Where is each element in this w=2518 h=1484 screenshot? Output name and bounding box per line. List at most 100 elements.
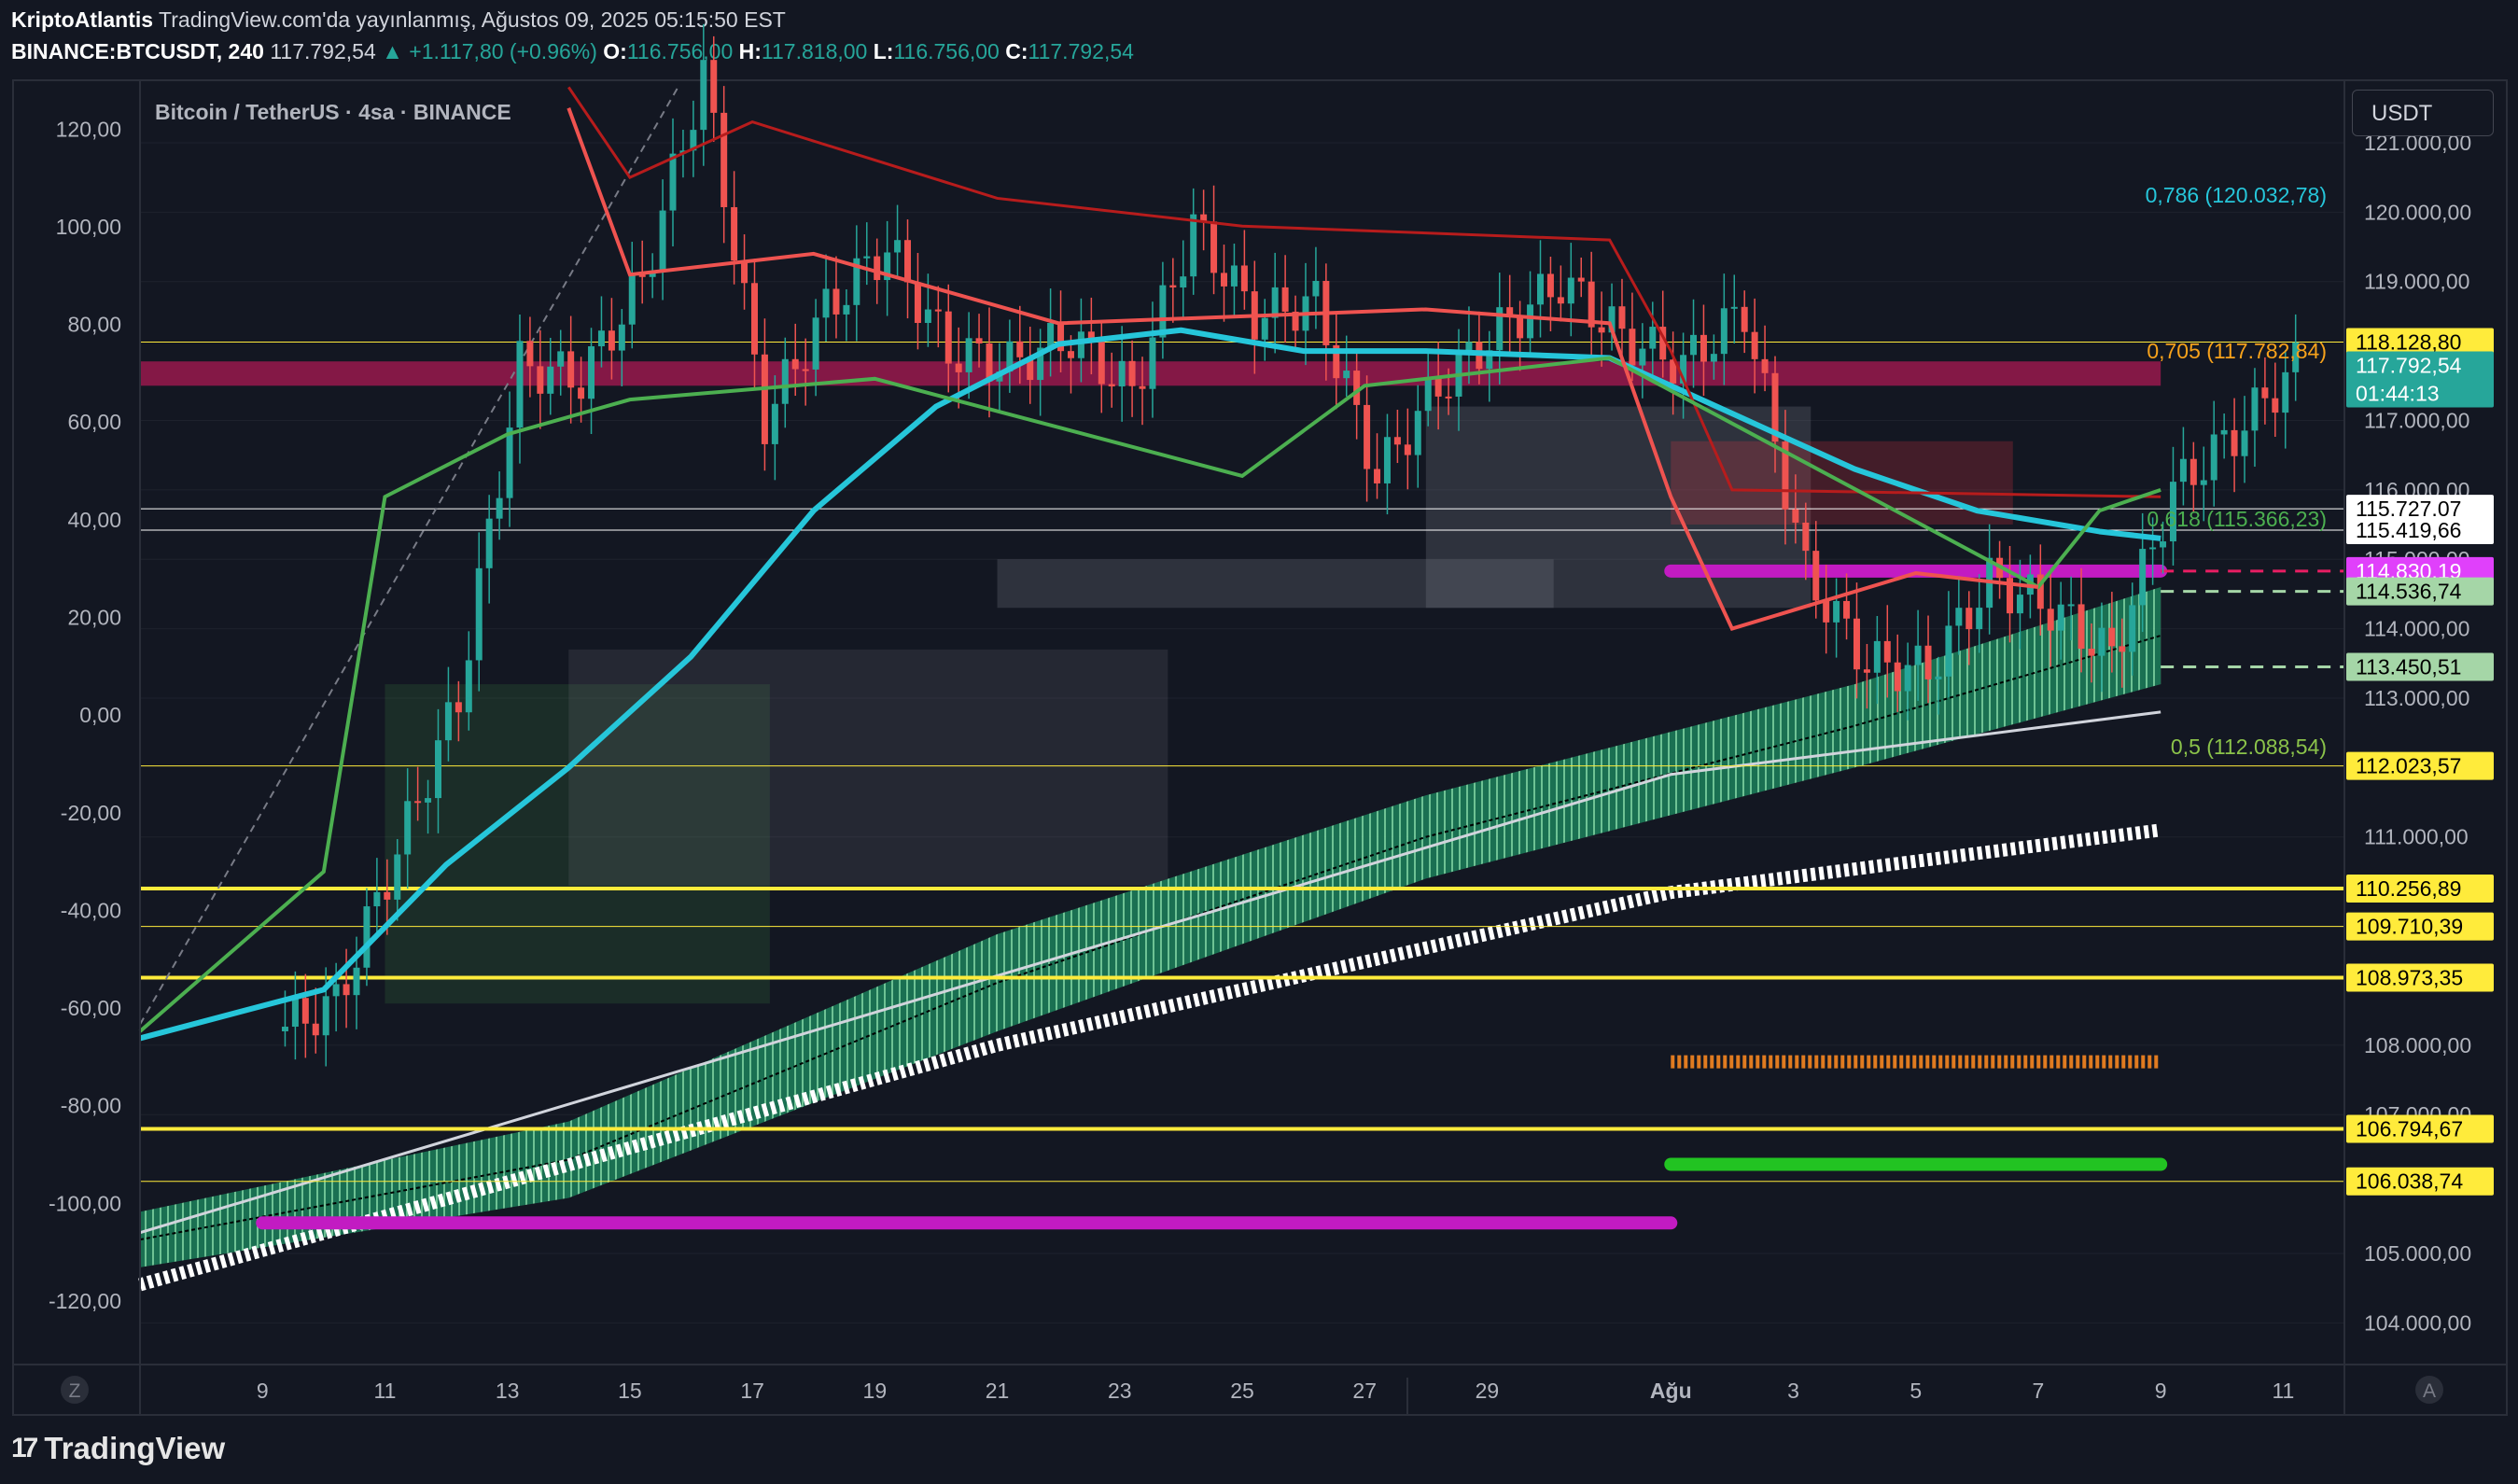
candle-body	[343, 984, 350, 996]
time-tick-label: 21	[986, 1379, 1010, 1403]
left-tick-label: -100,00	[49, 1191, 121, 1215]
candle-body	[1792, 509, 1799, 523]
brand-name: TradingView	[44, 1431, 226, 1465]
tradingview-icon: 17	[11, 1433, 38, 1463]
candle-body	[843, 304, 850, 315]
candle-body	[1108, 384, 1115, 387]
candle-body	[1833, 600, 1840, 623]
candle-body	[750, 283, 758, 355]
candle-body	[2047, 609, 2054, 631]
candle-body	[434, 740, 441, 799]
candle-body	[1536, 273, 1544, 305]
candle-body	[1843, 600, 1851, 619]
candle-body	[832, 288, 840, 315]
candle-body	[2282, 371, 2289, 413]
candle-body	[1118, 360, 1126, 387]
candle-body	[2261, 387, 2269, 399]
candle-body	[1618, 306, 1626, 329]
countdown-label: 01:44:13	[2356, 382, 2440, 406]
candle-body	[425, 798, 432, 803]
candle-body	[1546, 273, 1554, 298]
time-tick-label: 23	[1108, 1379, 1132, 1403]
candle-body	[975, 338, 983, 343]
candle-body	[1230, 265, 1238, 287]
candle-body	[475, 567, 483, 661]
candle-body	[1965, 608, 1973, 630]
candle-body	[1424, 377, 1432, 412]
candle-body	[1343, 371, 1350, 379]
candle-body	[1741, 306, 1748, 332]
price-badge-label: 106.038,74	[2356, 1169, 2463, 1194]
time-tick-label: 13	[496, 1379, 520, 1403]
candle-body	[628, 274, 636, 325]
candle-body	[1924, 645, 1932, 679]
candle-body	[1955, 608, 1963, 626]
fib-label: 0,786 (120.032,78)	[2146, 183, 2327, 207]
candle-body	[1139, 385, 1146, 389]
candle-body	[1557, 297, 1564, 304]
candle-body	[944, 311, 952, 364]
chart-canvas[interactable]: 0,786 (120.032,78) 0,705 (117.782,84) 0,61…	[0, 0, 2518, 1484]
candle-body	[444, 702, 452, 741]
price-badge-label: 114.536,74	[2356, 580, 2462, 604]
left-tick-label: 40,00	[67, 508, 121, 532]
left-tick-label: -60,00	[61, 996, 121, 1020]
time-tick-label: 29	[1476, 1379, 1500, 1403]
left-tick-label: -40,00	[61, 898, 121, 922]
candle-body	[1240, 265, 1248, 292]
candle-body	[1016, 341, 1024, 357]
price-tick-label: 120.000,00	[2364, 200, 2471, 224]
candle-body	[2241, 430, 2248, 456]
candle-body	[2220, 429, 2228, 435]
candle-body	[1730, 306, 1738, 309]
price-badge-label: 110.256,89	[2356, 876, 2461, 901]
currency-selector[interactable]: USDT	[2352, 90, 2494, 136]
candle-body	[2189, 458, 2197, 485]
candle-body	[934, 309, 942, 312]
candle-body	[1639, 348, 1646, 366]
price-tick-label: 111.000,00	[2364, 825, 2469, 849]
candle-body	[301, 998, 309, 1024]
candle-body	[1690, 334, 1698, 356]
corner-right[interactable]: A	[2415, 1376, 2443, 1404]
candle-body	[914, 282, 921, 324]
time-tick-label: 19	[863, 1379, 888, 1403]
candle-body	[955, 363, 962, 372]
candle-body	[1629, 329, 1636, 366]
candle-body	[465, 660, 472, 713]
corner-left[interactable]: Z	[61, 1376, 89, 1404]
candle-body	[332, 984, 340, 997]
candle-body	[1914, 645, 1922, 665]
candle-body	[1935, 676, 1942, 679]
candle-body	[2160, 541, 2167, 548]
time-tick-label: 7	[2033, 1379, 2045, 1403]
candle-body	[2067, 604, 2075, 607]
candle-body	[669, 153, 677, 211]
price-tick-label: 105.000,00	[2364, 1241, 2471, 1266]
left-tick-label: 20,00	[67, 606, 121, 630]
time-tick-label: 5	[1909, 1379, 1922, 1403]
candle-body	[822, 288, 830, 318]
candle-body	[894, 240, 902, 253]
candle-body	[1700, 334, 1707, 362]
price-axis[interactable]: 121.000,00120.000,00119.000,00117.000,00…	[2364, 131, 2471, 1335]
candle-body	[2149, 547, 2157, 550]
candle-body	[384, 891, 391, 900]
left-tick-label: -120,00	[49, 1289, 121, 1313]
candle-body	[710, 60, 718, 113]
candle-body	[526, 341, 534, 367]
fib-label: 0,5 (112.088,54)	[2171, 735, 2327, 759]
candle-body	[597, 330, 605, 347]
price-badge-label: 106.794,67	[2356, 1117, 2463, 1141]
time-tick-label: 27	[1352, 1379, 1377, 1403]
price-tick-label: 113.000,00	[2364, 686, 2469, 710]
candle-body	[353, 967, 360, 996]
candle-body	[924, 309, 931, 324]
candle-body	[1883, 640, 1891, 663]
price-badge-label: 117.792,54	[2356, 354, 2462, 378]
candle-body	[2077, 604, 2085, 650]
candle-body	[1527, 304, 1534, 339]
candle-body	[700, 60, 707, 131]
time-axis[interactable]: 9 11 13 15 17 19 21 23 25 27 29 Ağu 3 5 7 9 11	[257, 1379, 2295, 1403]
candle-body	[1210, 221, 1218, 273]
